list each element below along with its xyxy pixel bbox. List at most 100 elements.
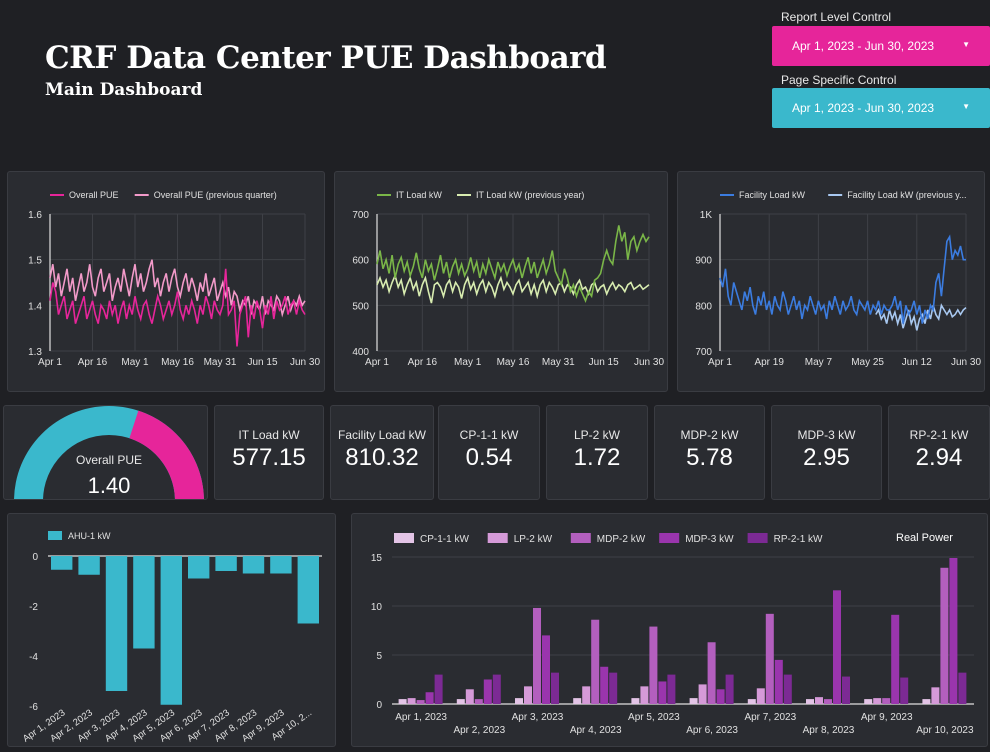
x-tick-label: Apr 16: [78, 357, 108, 368]
legend-label: IT Load kW: [396, 190, 442, 200]
bar: [456, 699, 465, 704]
bar: [698, 684, 707, 704]
it-load-line-chart[interactable]: IT Load kW IT Load kW (previous year)4005…: [335, 172, 669, 393]
ahu-bar-chart[interactable]: AHU-1 kW0-2-4-6Apr 1, 2023Apr 2, 2023Apr…: [8, 514, 337, 748]
y-tick-label: 600: [352, 256, 369, 267]
bar: [640, 686, 649, 704]
page-title: CRF Data Center PUE Dashboard: [45, 40, 607, 76]
y-tick-label: 1.5: [28, 256, 42, 267]
bar: [51, 556, 73, 570]
kpi-card-cp-1-1: CP-1-1 kW 0.54: [438, 405, 540, 500]
bar: [900, 677, 909, 704]
kpi-value: 5.78: [686, 444, 733, 471]
bar: [631, 698, 640, 704]
kpi-value: 577.15: [232, 444, 306, 471]
bar: [483, 679, 492, 704]
kpi-card-rp-2-1: RP-2-1 kW 2.94: [888, 405, 990, 500]
bar: [492, 674, 501, 704]
bar: [609, 672, 618, 704]
y-tick-label: 1.4: [28, 301, 42, 312]
bar: [716, 689, 725, 704]
bar: [815, 697, 823, 704]
x-tick-label: Apr 19: [754, 357, 784, 368]
x-tick-label: Jun 30: [634, 357, 664, 368]
bar: [270, 556, 292, 574]
bar: [215, 556, 237, 571]
bar: [398, 699, 407, 704]
bar: [747, 699, 756, 704]
bar: [591, 619, 600, 704]
legend-swatch: [659, 533, 680, 543]
bar: [551, 672, 559, 704]
legend-label: CP-1-1 kW: [420, 534, 469, 545]
y-tick-label: 900: [695, 256, 712, 267]
bar: [515, 698, 523, 704]
bar: [533, 607, 541, 704]
bar: [105, 556, 128, 691]
real-power-bar-chart-panel: CP-1-1 kW LP-2 kW MDP-2 kW MDP-3 kW RP-2-1 k…: [351, 513, 988, 747]
y-tick-label: -4: [29, 652, 38, 663]
kpi-card-facility-load: Facility Load kW 810.32: [330, 405, 434, 500]
kpi-value: 2.95: [803, 444, 850, 471]
kpi-card-it-load: IT Load kW 577.15: [214, 405, 324, 500]
x-tick-label: May 25: [851, 357, 884, 368]
kpi-label: RP-2-1 kW: [909, 428, 969, 442]
kpi-label: IT Load kW: [238, 428, 300, 442]
facility-load-line-chart[interactable]: Facility Load kW Facility Load kW (previo…: [678, 172, 986, 393]
kpi-label: MDP-3 kW: [797, 428, 856, 442]
it-load-line-chart-panel: IT Load kW IT Load kW (previous year) 400 5…: [334, 171, 668, 392]
bar: [842, 676, 850, 704]
bar: [940, 567, 949, 704]
x-tick-label: May 31: [542, 357, 575, 368]
y-tick-label: 0: [376, 700, 382, 711]
legend-label: IT Load kW (previous year): [476, 190, 584, 200]
bar: [658, 681, 667, 704]
real-power-bar-chart[interactable]: CP-1-1 kW LP-2 kW MDP-2 kW MDP-3 kW RP-2-1 k…: [352, 514, 989, 748]
bar: [882, 698, 891, 704]
legend-swatch: [48, 531, 62, 540]
legend-label: Facility Load kW (previous y...: [847, 190, 966, 200]
legend-label: AHU-1 kW: [68, 531, 111, 541]
bar: [242, 556, 265, 574]
x-tick-label: Apr 1: [38, 357, 62, 368]
bar: [958, 672, 967, 704]
bar: [707, 642, 716, 704]
bar: [833, 590, 841, 704]
ahu-bar-chart-panel: AHU-1 kW 0 -2 -4 -6 Apr 1, 2023 Apr 2, 2023 Apr…: [7, 513, 336, 747]
caret-down-icon: ▼: [962, 102, 970, 111]
pue-line-chart[interactable]: Overall PUE Overall PUE (previous quarter…: [8, 172, 326, 393]
x-tick-label: Apr 6, 2023: [686, 725, 738, 736]
y-tick-label: 15: [371, 553, 383, 564]
bar: [425, 692, 434, 704]
bar: [573, 698, 582, 704]
x-tick-label: Apr 1: [708, 357, 732, 368]
y-tick-label: 800: [695, 301, 712, 312]
gauge-value: 1.40: [88, 473, 131, 498]
bar: [542, 635, 550, 704]
legend-swatch: [394, 533, 414, 543]
legend-label: Overall PUE (previous quarter): [154, 190, 277, 200]
report-date-range-value: Apr 1, 2023 - Jun 30, 2023: [792, 39, 935, 53]
legend-label: MDP-2 kW: [597, 534, 646, 545]
x-tick-label: Apr 4, 2023: [570, 725, 622, 736]
x-tick-label: Apr 1, 2023: [395, 712, 447, 723]
chart-title: Real Power: [896, 532, 953, 544]
bar: [582, 686, 591, 704]
bar: [78, 556, 100, 575]
x-tick-label: Jun 15: [589, 357, 619, 368]
x-tick-label: Apr 2, 2023: [453, 725, 505, 736]
x-tick-label: Jun 15: [247, 357, 277, 368]
bar: [891, 614, 900, 704]
x-tick-label: Jun 12: [902, 357, 932, 368]
bar: [873, 698, 882, 704]
report-date-range-control[interactable]: Apr 1, 2023 - Jun 30, 2023 ▼: [772, 26, 990, 66]
kpi-label: Facility Load kW: [337, 428, 427, 442]
kpi-card-mdp-2: MDP-2 kW 5.78: [654, 405, 765, 500]
bar: [725, 674, 734, 704]
kpi-value: 810.32: [345, 444, 419, 471]
x-tick-label: Apr 3, 2023: [512, 712, 564, 723]
x-tick-label: May 7: [805, 357, 833, 368]
bar: [297, 556, 319, 624]
page-date-range-control[interactable]: Apr 1, 2023 - Jun 30, 2023 ▼: [772, 88, 990, 128]
x-tick-label: May 16: [161, 357, 194, 368]
